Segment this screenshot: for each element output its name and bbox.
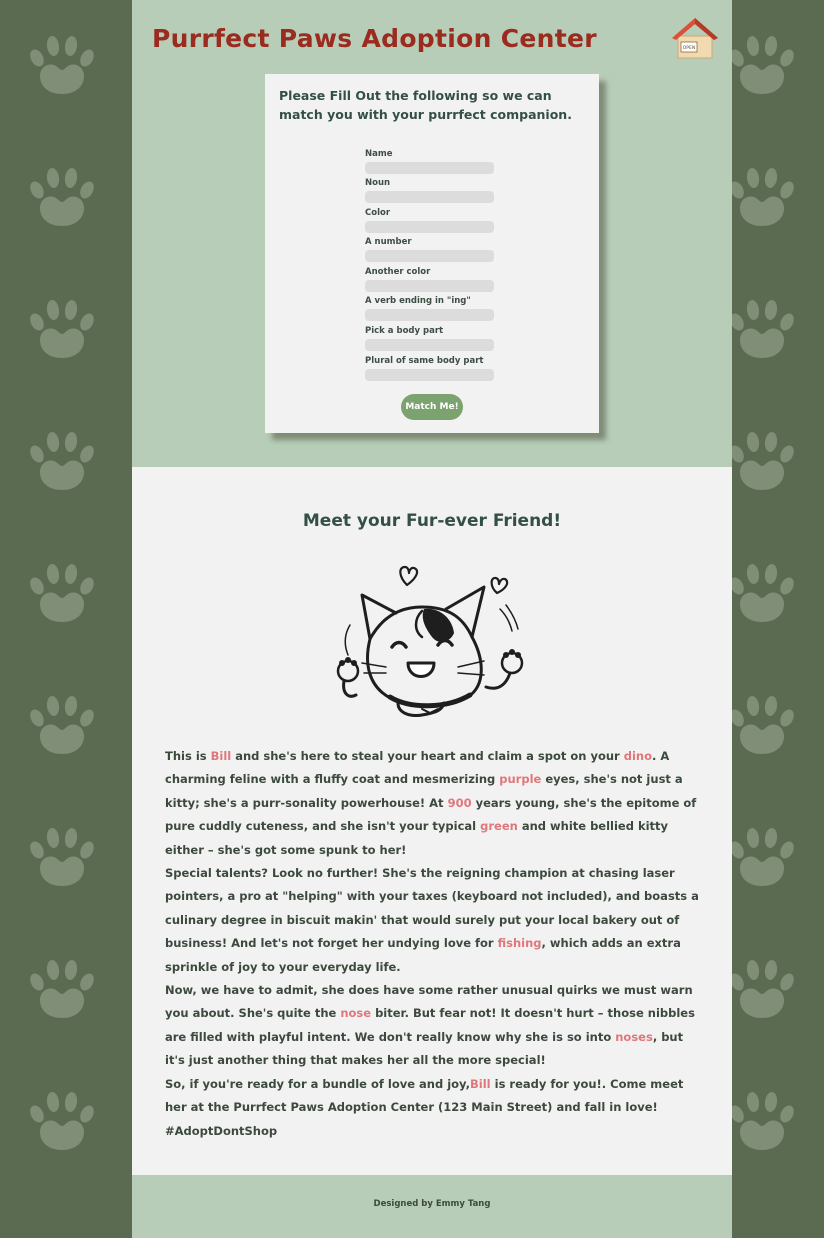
color-label: Color (365, 208, 391, 218)
body-part-label: Pick a body part (365, 326, 444, 336)
story-paragraph-4: So, if you're ready for a bundle of love… (165, 1073, 700, 1143)
highlight-color: purple (499, 772, 542, 787)
number-label: A number (365, 237, 412, 247)
name-input[interactable] (365, 162, 494, 174)
companion-form: Please Fill Out the following so we can … (265, 74, 599, 433)
site-title: Purrfect Paws Adoption Center (152, 24, 597, 53)
footer: Designed by Emmy Tang (132, 1175, 732, 1238)
house-sign-text: OPEN (683, 45, 695, 51)
highlight-noun: dino (623, 749, 652, 763)
highlight-verb: fishing (497, 936, 542, 951)
story-text-fragment: This is (165, 749, 211, 763)
number-input[interactable] (365, 250, 494, 262)
page-column: Purrfect Paws Adoption Center OPEN Pleas… (132, 0, 732, 1238)
highlight-body-part: nose (340, 1006, 372, 1021)
designer-credit: Designed by Emmy Tang (373, 1199, 491, 1209)
story-paragraph-1: This is Bill and she's here to steal you… (165, 745, 700, 862)
story-text-fragment: and she's here to steal your heart and c… (231, 749, 624, 763)
story-paragraph-2: Special talents? Look no further! She's … (165, 862, 700, 979)
highlight-name: Bill (210, 749, 232, 763)
verb-label: A verb ending in "ing" (365, 296, 471, 306)
highlight-another-color: green (480, 819, 518, 834)
story-section: Meet your Fur-ever Friend! This is Bill … (132, 467, 732, 1175)
body-part-input[interactable] (365, 339, 494, 351)
body-parts-plural-label: Plural of same body part (365, 356, 484, 366)
story-text-fragment: So, if you're ready for a bundle of love… (165, 1076, 471, 1091)
story-heading: Meet your Fur-ever Friend! (302, 511, 562, 531)
another-color-input[interactable] (365, 280, 494, 292)
another-color-label: Another color (365, 267, 431, 277)
match-me-button[interactable]: Match Me! (401, 394, 463, 420)
form-intro: Please Fill Out the following so we can … (279, 88, 572, 122)
noun-label: Noun (365, 178, 391, 188)
story-paragraph-3: Now, we have to admit, she does have som… (165, 979, 700, 1073)
highlight-number: 900 (447, 795, 472, 810)
noun-input[interactable] (365, 191, 494, 203)
verb-input[interactable] (365, 309, 494, 321)
story-text: This is Bill and she's here to steal you… (165, 745, 700, 1143)
hero-section: Purrfect Paws Adoption Center OPEN Pleas… (132, 0, 732, 467)
name-label: Name (365, 149, 393, 159)
color-input[interactable] (365, 221, 494, 233)
body-parts-plural-input[interactable] (365, 369, 494, 381)
highlight-name: Bill (470, 1076, 491, 1091)
highlight-body-parts: noses (615, 1029, 653, 1044)
cat-illustration (336, 565, 524, 717)
house-icon: OPEN (672, 18, 718, 59)
